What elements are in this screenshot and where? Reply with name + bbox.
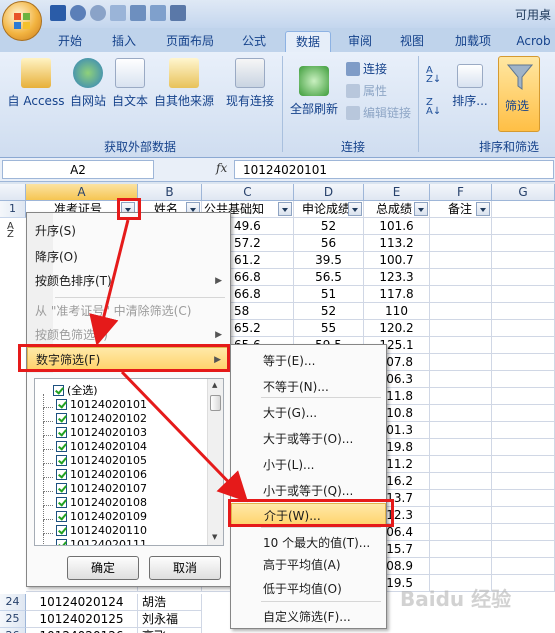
arrow-to-between <box>120 370 249 503</box>
annotation-arrows <box>89 219 249 503</box>
arrow-to-number-filter <box>89 219 130 346</box>
watermark: Baidu 经验 <box>400 587 512 611</box>
